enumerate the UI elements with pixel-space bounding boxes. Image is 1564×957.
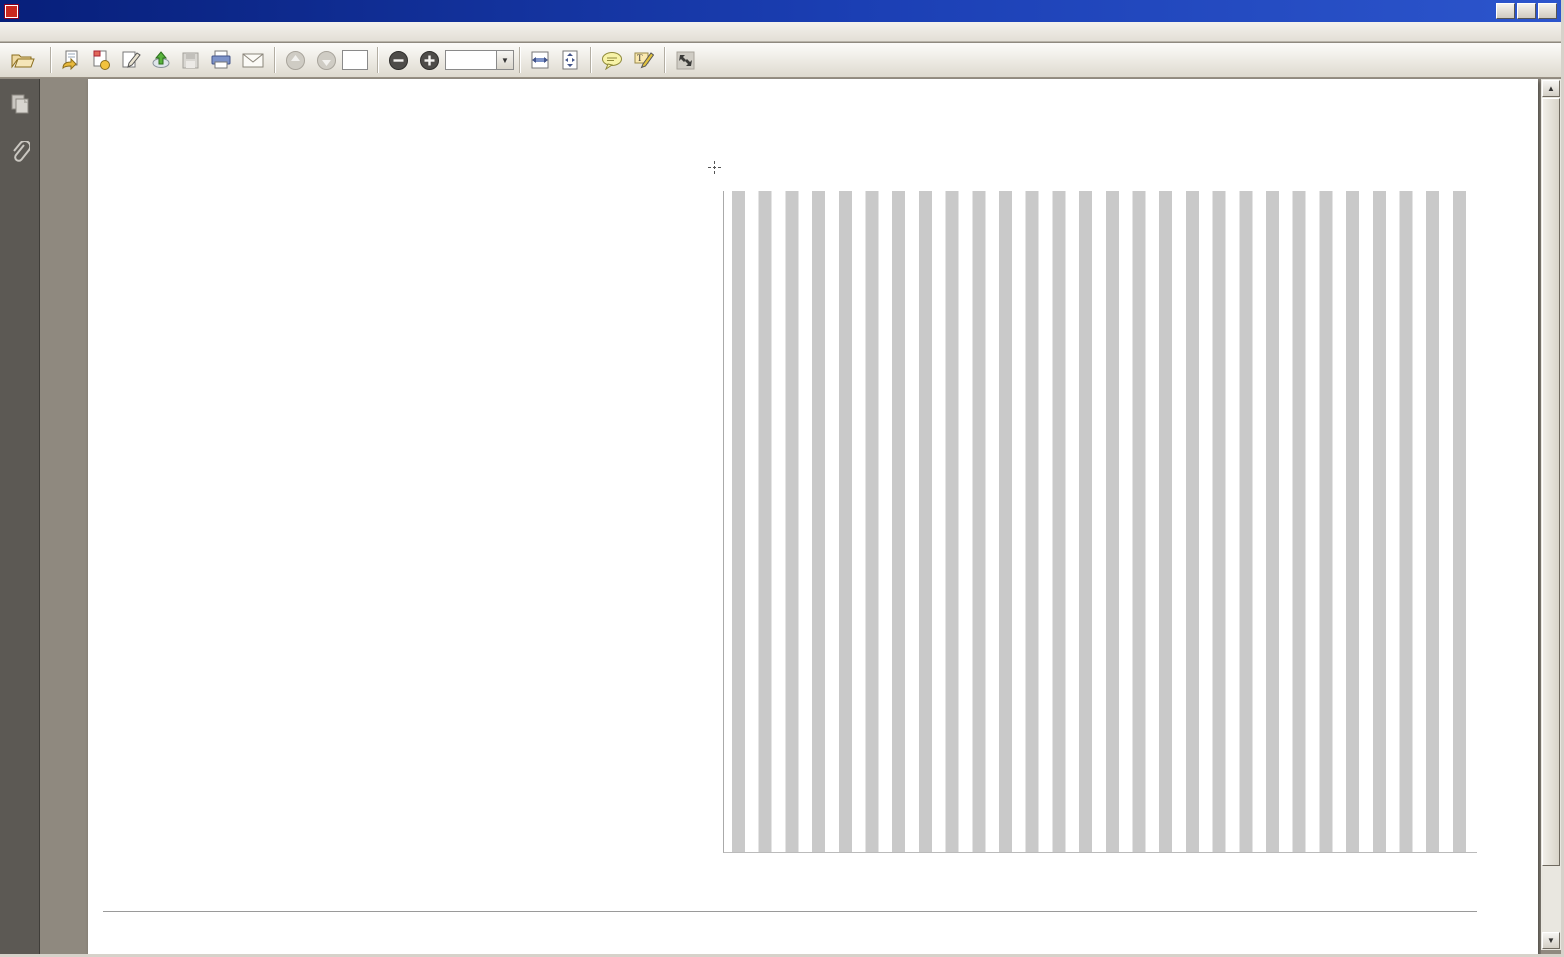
close-button[interactable] <box>1538 3 1557 19</box>
fit-width-icon <box>530 50 550 70</box>
send-file-button[interactable] <box>146 46 176 74</box>
previous-page-button[interactable] <box>280 46 311 74</box>
navigation-sidebar <box>0 79 40 954</box>
export-pdf-button[interactable] <box>56 46 86 74</box>
table-splitter-icon <box>708 161 721 174</box>
toolbar: ▼ T <box>0 43 1561 78</box>
highlight-text-icon: T <box>633 50 654 70</box>
pdf-page <box>88 79 1538 954</box>
vertical-scrollbar[interactable]: ▲ ▼ <box>1541 79 1561 950</box>
print-button[interactable] <box>205 46 237 74</box>
sign-pen-icon <box>121 50 141 70</box>
minimize-button[interactable] <box>1496 3 1515 19</box>
gantt-relationship-lines <box>724 191 1477 853</box>
export-page-icon <box>61 50 81 70</box>
toolbar-separator <box>274 47 275 73</box>
document-viewport[interactable] <box>41 79 1541 954</box>
toolbar-separator <box>590 47 591 73</box>
footer-rule <box>103 911 1477 912</box>
zoom-level-input[interactable] <box>445 50 497 70</box>
menu-bar <box>0 22 1561 42</box>
pdf-app-icon <box>4 4 19 19</box>
toolbar-separator <box>377 47 378 73</box>
next-page-button[interactable] <box>311 46 342 74</box>
fullscreen-icon <box>675 50 696 71</box>
gantt-chart <box>723 191 1477 853</box>
zoom-in-icon <box>419 50 440 71</box>
page-thumbnails-icon[interactable] <box>10 93 30 115</box>
envelope-icon <box>242 52 264 69</box>
open-button[interactable] <box>6 46 45 74</box>
zoom-out-icon <box>388 50 409 71</box>
maximize-button[interactable] <box>1517 3 1536 19</box>
sign-document-button[interactable] <box>116 46 146 74</box>
create-pdf-icon <box>91 50 111 70</box>
fit-width-button[interactable] <box>525 46 555 74</box>
save-button[interactable] <box>176 46 205 74</box>
comment-note-button[interactable] <box>596 46 628 74</box>
title-bar[interactable] <box>0 0 1561 22</box>
zoom-dropdown-arrow[interactable]: ▼ <box>497 50 514 70</box>
toolbar-separator <box>664 47 665 73</box>
attachments-paperclip-icon[interactable] <box>10 141 30 163</box>
fit-page-icon <box>560 50 580 70</box>
open-folder-icon <box>11 51 35 69</box>
zoom-in-button[interactable] <box>414 46 445 74</box>
scrollbar-thumb[interactable] <box>1542 98 1560 866</box>
print-icon <box>210 50 232 70</box>
adobe-reader-window: ▼ T <box>0 0 1564 957</box>
zoom-out-button[interactable] <box>383 46 414 74</box>
page-number-input[interactable] <box>342 50 368 70</box>
comment-bubble-icon <box>601 51 623 70</box>
svg-text:T: T <box>637 53 643 63</box>
page-down-icon <box>316 50 337 71</box>
scroll-down-button[interactable]: ▼ <box>1542 932 1560 949</box>
highlight-text-button[interactable]: T <box>628 46 659 74</box>
cloud-upload-icon <box>151 50 171 70</box>
create-pdf-button[interactable] <box>86 46 116 74</box>
toolbar-separator <box>519 47 520 73</box>
page-up-icon <box>285 50 306 71</box>
save-floppy-icon <box>181 51 200 70</box>
scroll-up-button[interactable]: ▲ <box>1542 80 1560 97</box>
fullscreen-button[interactable] <box>670 46 701 74</box>
toolbar-separator <box>50 47 51 73</box>
email-button[interactable] <box>237 46 269 74</box>
fit-page-button[interactable] <box>555 46 585 74</box>
